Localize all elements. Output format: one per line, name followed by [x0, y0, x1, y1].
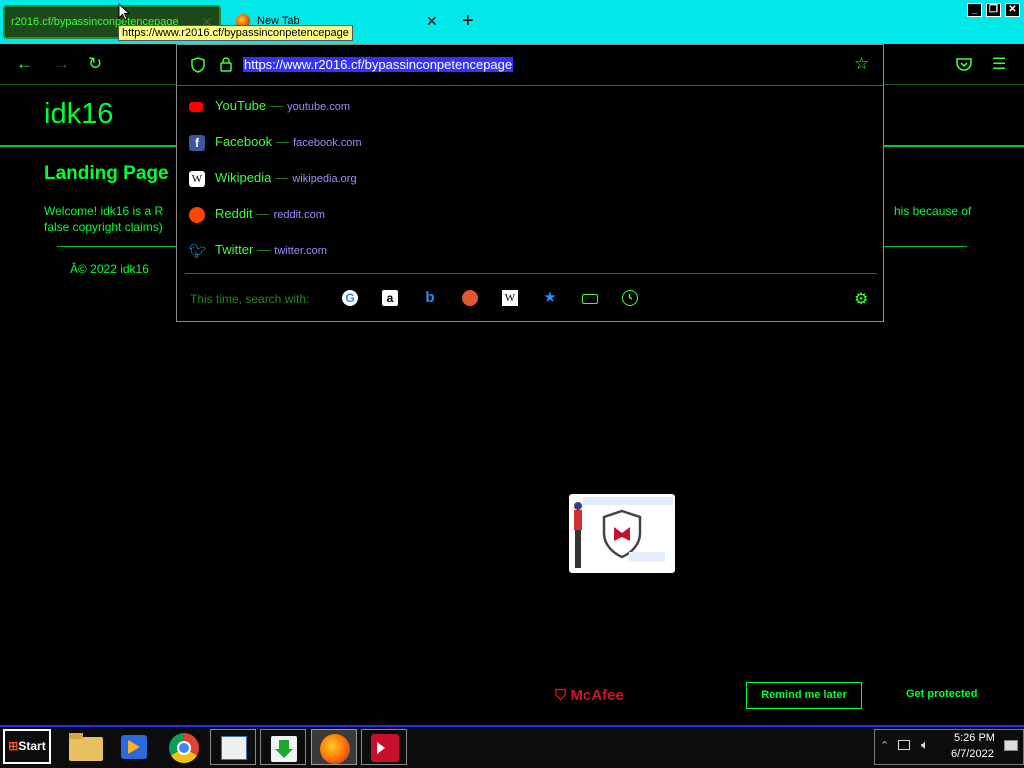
bookmark-star-icon[interactable]: ☆ [854, 54, 869, 74]
suggestion-youtube[interactable]: YouTube — youtube.com [189, 95, 869, 119]
footer-text: Â© 2022 idk16 [70, 262, 149, 276]
mcafee-shield-icon: ⛉ [555, 687, 567, 704]
tab-tooltip: https://www.r2016.cf/bypassinconpetencep… [118, 25, 353, 41]
minimize-icon[interactable]: _ [967, 3, 982, 17]
suggestion-label: Twitter — twitter.com [215, 242, 327, 257]
start-button[interactable]: ⊞Start [3, 729, 51, 764]
suggestion-label: Reddit — reddit.com [215, 206, 325, 221]
suggestion-facebook[interactable]: f Facebook — facebook.com [189, 131, 869, 155]
start-label: Start [18, 739, 46, 753]
download-taskbar-icon[interactable] [260, 729, 306, 765]
page-heading: Landing Page [44, 163, 169, 184]
history-icon[interactable] [622, 290, 638, 306]
lock-icon[interactable] [219, 56, 233, 72]
mcafee-taskbar-icon[interactable] [361, 729, 407, 765]
reddit-icon [189, 207, 205, 223]
network-icon[interactable] [898, 740, 910, 750]
windows-logo-icon: ⊞ [8, 739, 19, 753]
remind-later-button[interactable]: Remind me later [746, 682, 862, 709]
person-legs [575, 530, 581, 568]
suggestion-label: Wikipedia — wikipedia.org [215, 170, 357, 185]
url-bar[interactable]: https://www.r2016.cf/bypassinconpetencep… [177, 45, 883, 86]
bookmarks-icon[interactable]: ★ [542, 290, 558, 306]
media-player-taskbar-icon[interactable] [112, 729, 158, 765]
mcafee-wordmark: McAfee [570, 687, 624, 704]
person-head [574, 502, 582, 510]
forward-icon[interactable]: → [53, 54, 70, 74]
body-text: his because of [894, 204, 972, 218]
search-settings-gear-icon[interactable]: ⚙ [854, 289, 868, 309]
pocket-icon[interactable] [956, 57, 972, 71]
illustration-header [583, 497, 673, 505]
twitter-icon: 🐦︎ [189, 243, 207, 259]
restore-icon[interactable]: ❐ [986, 3, 1001, 17]
chrome-taskbar-icon[interactable] [161, 729, 207, 765]
google-icon[interactable]: G [342, 290, 358, 306]
volume-icon[interactable]: 🔈︎ [921, 737, 929, 753]
suggestion-twitter[interactable]: 🐦︎ Twitter — twitter.com [189, 239, 869, 263]
youtube-icon [189, 102, 203, 112]
suggestion-reddit[interactable]: Reddit — reddit.com [189, 203, 869, 227]
illustration-bar [629, 552, 665, 562]
wikipedia-icon: W [189, 171, 205, 187]
close-window-icon[interactable]: ✕ [1005, 3, 1020, 17]
firefox-taskbar-icon[interactable] [311, 729, 357, 765]
mouse-cursor-icon [118, 3, 130, 21]
reload-icon[interactable]: ↻ [88, 54, 102, 74]
menu-icon[interactable]: ☰ [992, 54, 1006, 74]
wikipedia-icon[interactable]: W [502, 290, 518, 306]
show-desktop-icon[interactable] [1004, 740, 1018, 751]
url-input[interactable]: https://www.r2016.cf/bypassinconpetencep… [243, 57, 514, 72]
new-tab-button[interactable]: + [462, 10, 474, 33]
system-tray [874, 729, 1024, 765]
tab-close-icon[interactable]: ✕ [426, 13, 438, 30]
site-title: idk16 [44, 98, 114, 130]
security-illustration [569, 494, 675, 573]
search-divider [185, 273, 877, 274]
search-with-label: This time, search with: [190, 292, 310, 306]
body-text: false copyright claims) [44, 220, 163, 234]
clock-time[interactable]: 5:26 PM [954, 732, 995, 744]
body-text: Welcome! idk16 is a R [44, 204, 164, 218]
amazon-icon[interactable]: a [382, 290, 398, 306]
bing-icon[interactable]: b [422, 290, 438, 306]
notepad-taskbar-icon[interactable] [210, 729, 256, 765]
shield-icon[interactable] [191, 57, 205, 73]
tray-expand-icon[interactable]: ⌃ [880, 739, 889, 752]
suggestion-wikipedia[interactable]: W Wikipedia — wikipedia.org [189, 167, 869, 191]
person-body [574, 510, 582, 530]
suggestion-label: Facebook — facebook.com [215, 134, 362, 149]
file-explorer-taskbar-icon[interactable] [63, 729, 109, 765]
duckduckgo-icon[interactable] [462, 290, 478, 306]
mcafee-logo: ⛉ McAfee [555, 687, 624, 704]
url-dropdown: https://www.r2016.cf/bypassinconpetencep… [176, 44, 884, 322]
suggestion-label: YouTube — youtube.com [215, 98, 351, 113]
tabs-icon[interactable] [582, 294, 598, 304]
clock-date[interactable]: 6/7/2022 [951, 748, 994, 760]
facebook-icon: f [189, 135, 205, 151]
back-icon[interactable]: ← [16, 54, 33, 74]
get-protected-button[interactable]: Get protected [906, 688, 978, 700]
